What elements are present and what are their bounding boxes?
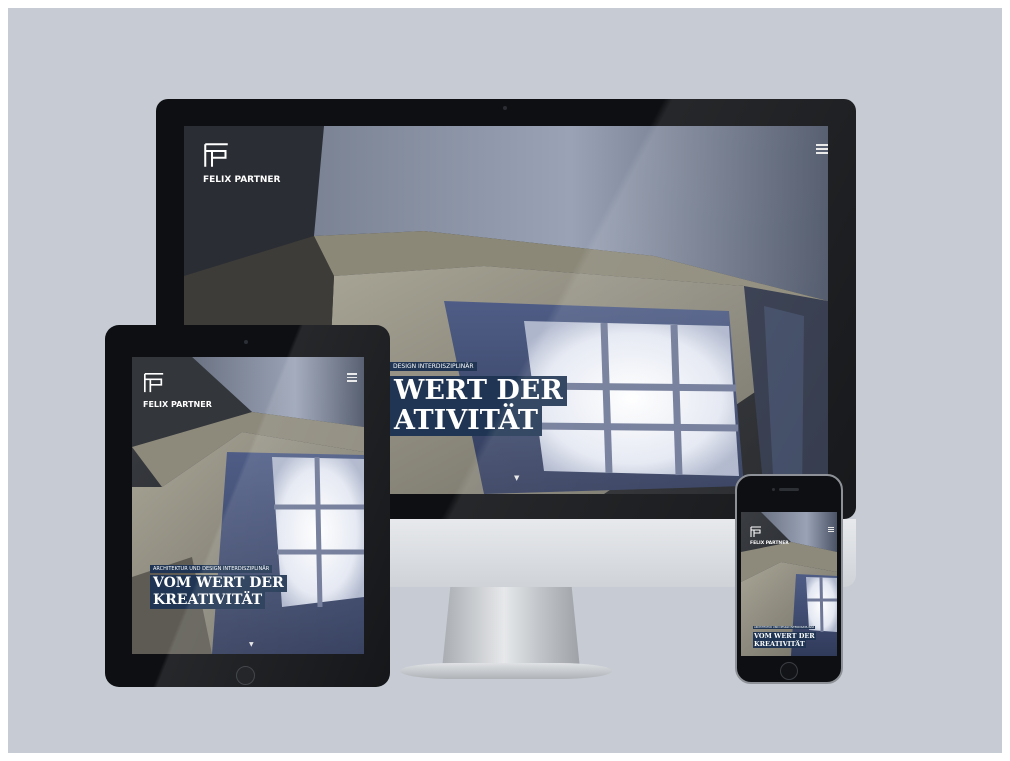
fp-monogram-icon xyxy=(144,373,164,393)
hamburger-menu-icon[interactable] xyxy=(816,144,828,154)
iphone-camera xyxy=(772,488,775,491)
fp-monogram-icon xyxy=(204,143,228,167)
ipad-home-button xyxy=(236,666,255,685)
ipad-camera xyxy=(244,340,248,344)
hero-headline: VOM WERT DER KREATIVITÄT xyxy=(150,575,287,609)
hero-headline-line-1: VOM WERT DER xyxy=(150,575,287,592)
hero-tagline: ARCHITEKTUR UND DESIGN INTERDISZIPLINÄR xyxy=(753,626,816,629)
chevron-down-icon[interactable]: ▼ xyxy=(514,474,519,482)
brand-logo-text: FELIX PARTNER xyxy=(203,175,281,185)
iphone-home-button xyxy=(780,662,798,680)
fp-monogram-icon xyxy=(750,526,761,537)
imac-stand-base xyxy=(400,663,612,679)
brand-logo-text: FELIX PARTNER xyxy=(750,541,789,546)
hamburger-menu-icon[interactable] xyxy=(347,373,357,382)
iphone-screen: FELIX PARTNER ARCHITEKTUR UND DESIGN INT… xyxy=(741,512,837,656)
hero-tagline: ARCHITEKTUR UND DESIGN INTERDISZIPLINÄR xyxy=(150,565,273,573)
hamburger-menu-icon[interactable] xyxy=(828,527,834,532)
imac-stand xyxy=(442,587,580,669)
hero-headline: WERT DER ATIVITÄT xyxy=(390,376,567,436)
brand-logo-text: FELIX PARTNER xyxy=(143,400,212,409)
hero-headline: VOM WERT DER KREATIVITÄT xyxy=(753,632,816,648)
hero-tagline: DESIGN INTERDISZIPLINÄR xyxy=(390,362,477,371)
hero-headline-line-2: KREATIVITÄT xyxy=(150,592,266,609)
iphone-speaker xyxy=(779,488,799,491)
imac-camera xyxy=(503,106,507,110)
hero-headline-line-1: WERT DER xyxy=(390,376,567,406)
ipad-screen: FELIX PARTNER ARCHITEKTUR UND DESIGN INT… xyxy=(132,357,364,654)
hero-headline-line-2: KREATIVITÄT xyxy=(753,640,806,648)
chevron-down-icon[interactable]: ▼ xyxy=(249,641,254,648)
hero-headline-line-1: VOM WERT DER xyxy=(753,632,816,640)
hero-headline-line-2: ATIVITÄT xyxy=(390,406,542,436)
